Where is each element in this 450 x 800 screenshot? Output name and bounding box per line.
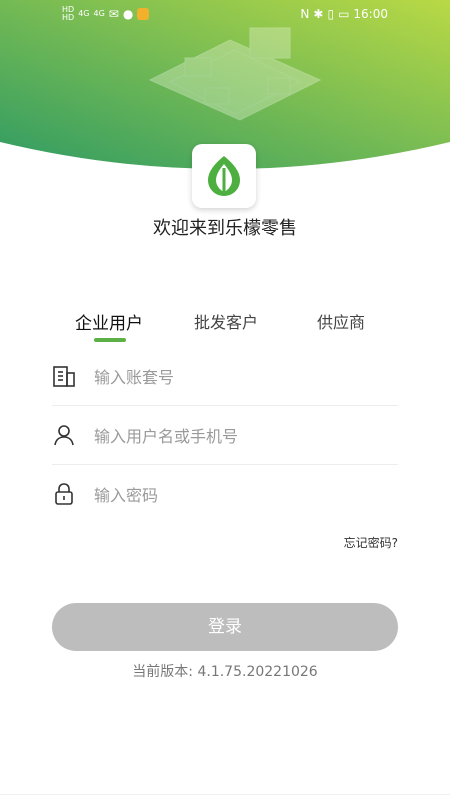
app-logo bbox=[192, 144, 256, 208]
username-field bbox=[52, 405, 398, 465]
username-input[interactable] bbox=[92, 419, 396, 453]
forgot-password-link[interactable]: 忘记密码? bbox=[344, 534, 398, 551]
chat-icon: ● bbox=[122, 7, 134, 21]
tab-enterprise-user[interactable]: 企业用户 bbox=[75, 309, 143, 334]
mail-icon: ✉ bbox=[108, 7, 119, 21]
status-right: N ✱ ▯ ▭ 16:00 bbox=[300, 7, 388, 21]
account-set-field bbox=[52, 346, 398, 406]
bluetooth-icon: ✱ bbox=[313, 7, 324, 21]
hd-indicator: HD HD bbox=[62, 5, 75, 22]
version-text: 当前版本: 4.1.75.20221026 bbox=[132, 664, 318, 680]
building-icon bbox=[53, 366, 75, 387]
signal-icon: 4G bbox=[93, 9, 105, 18]
status-time: 16:00 bbox=[353, 7, 388, 21]
battery-icon: ▭ bbox=[338, 7, 350, 21]
app-badge-icon bbox=[137, 8, 150, 20]
user-icon bbox=[54, 425, 74, 446]
tab-wholesale-customer[interactable]: 批发客户 bbox=[194, 309, 258, 333]
password-input[interactable] bbox=[92, 478, 396, 512]
active-tab-indicator bbox=[94, 338, 126, 342]
signal-icon: 4G bbox=[78, 9, 90, 18]
bottom-divider bbox=[0, 794, 450, 795]
status-left: HD HD 4G 4G ✉ ● bbox=[62, 5, 150, 22]
status-bar: HD HD 4G 4G ✉ ● N ✱ ▯ ▭ 16:00 bbox=[0, 0, 450, 28]
login-button[interactable]: 登录 bbox=[52, 603, 398, 651]
account-set-input[interactable] bbox=[92, 360, 396, 394]
vibrate-icon: ▯ bbox=[327, 7, 335, 21]
welcome-title: 欢迎来到乐檬零售 bbox=[153, 218, 297, 239]
lock-icon bbox=[55, 483, 73, 505]
user-type-tabs: 企业用户 批发客户 供应商 bbox=[52, 309, 398, 349]
password-field bbox=[52, 464, 398, 524]
leaf-logo-icon bbox=[208, 156, 240, 196]
nfc-icon: N bbox=[300, 7, 310, 21]
tab-supplier[interactable]: 供应商 bbox=[317, 309, 365, 333]
